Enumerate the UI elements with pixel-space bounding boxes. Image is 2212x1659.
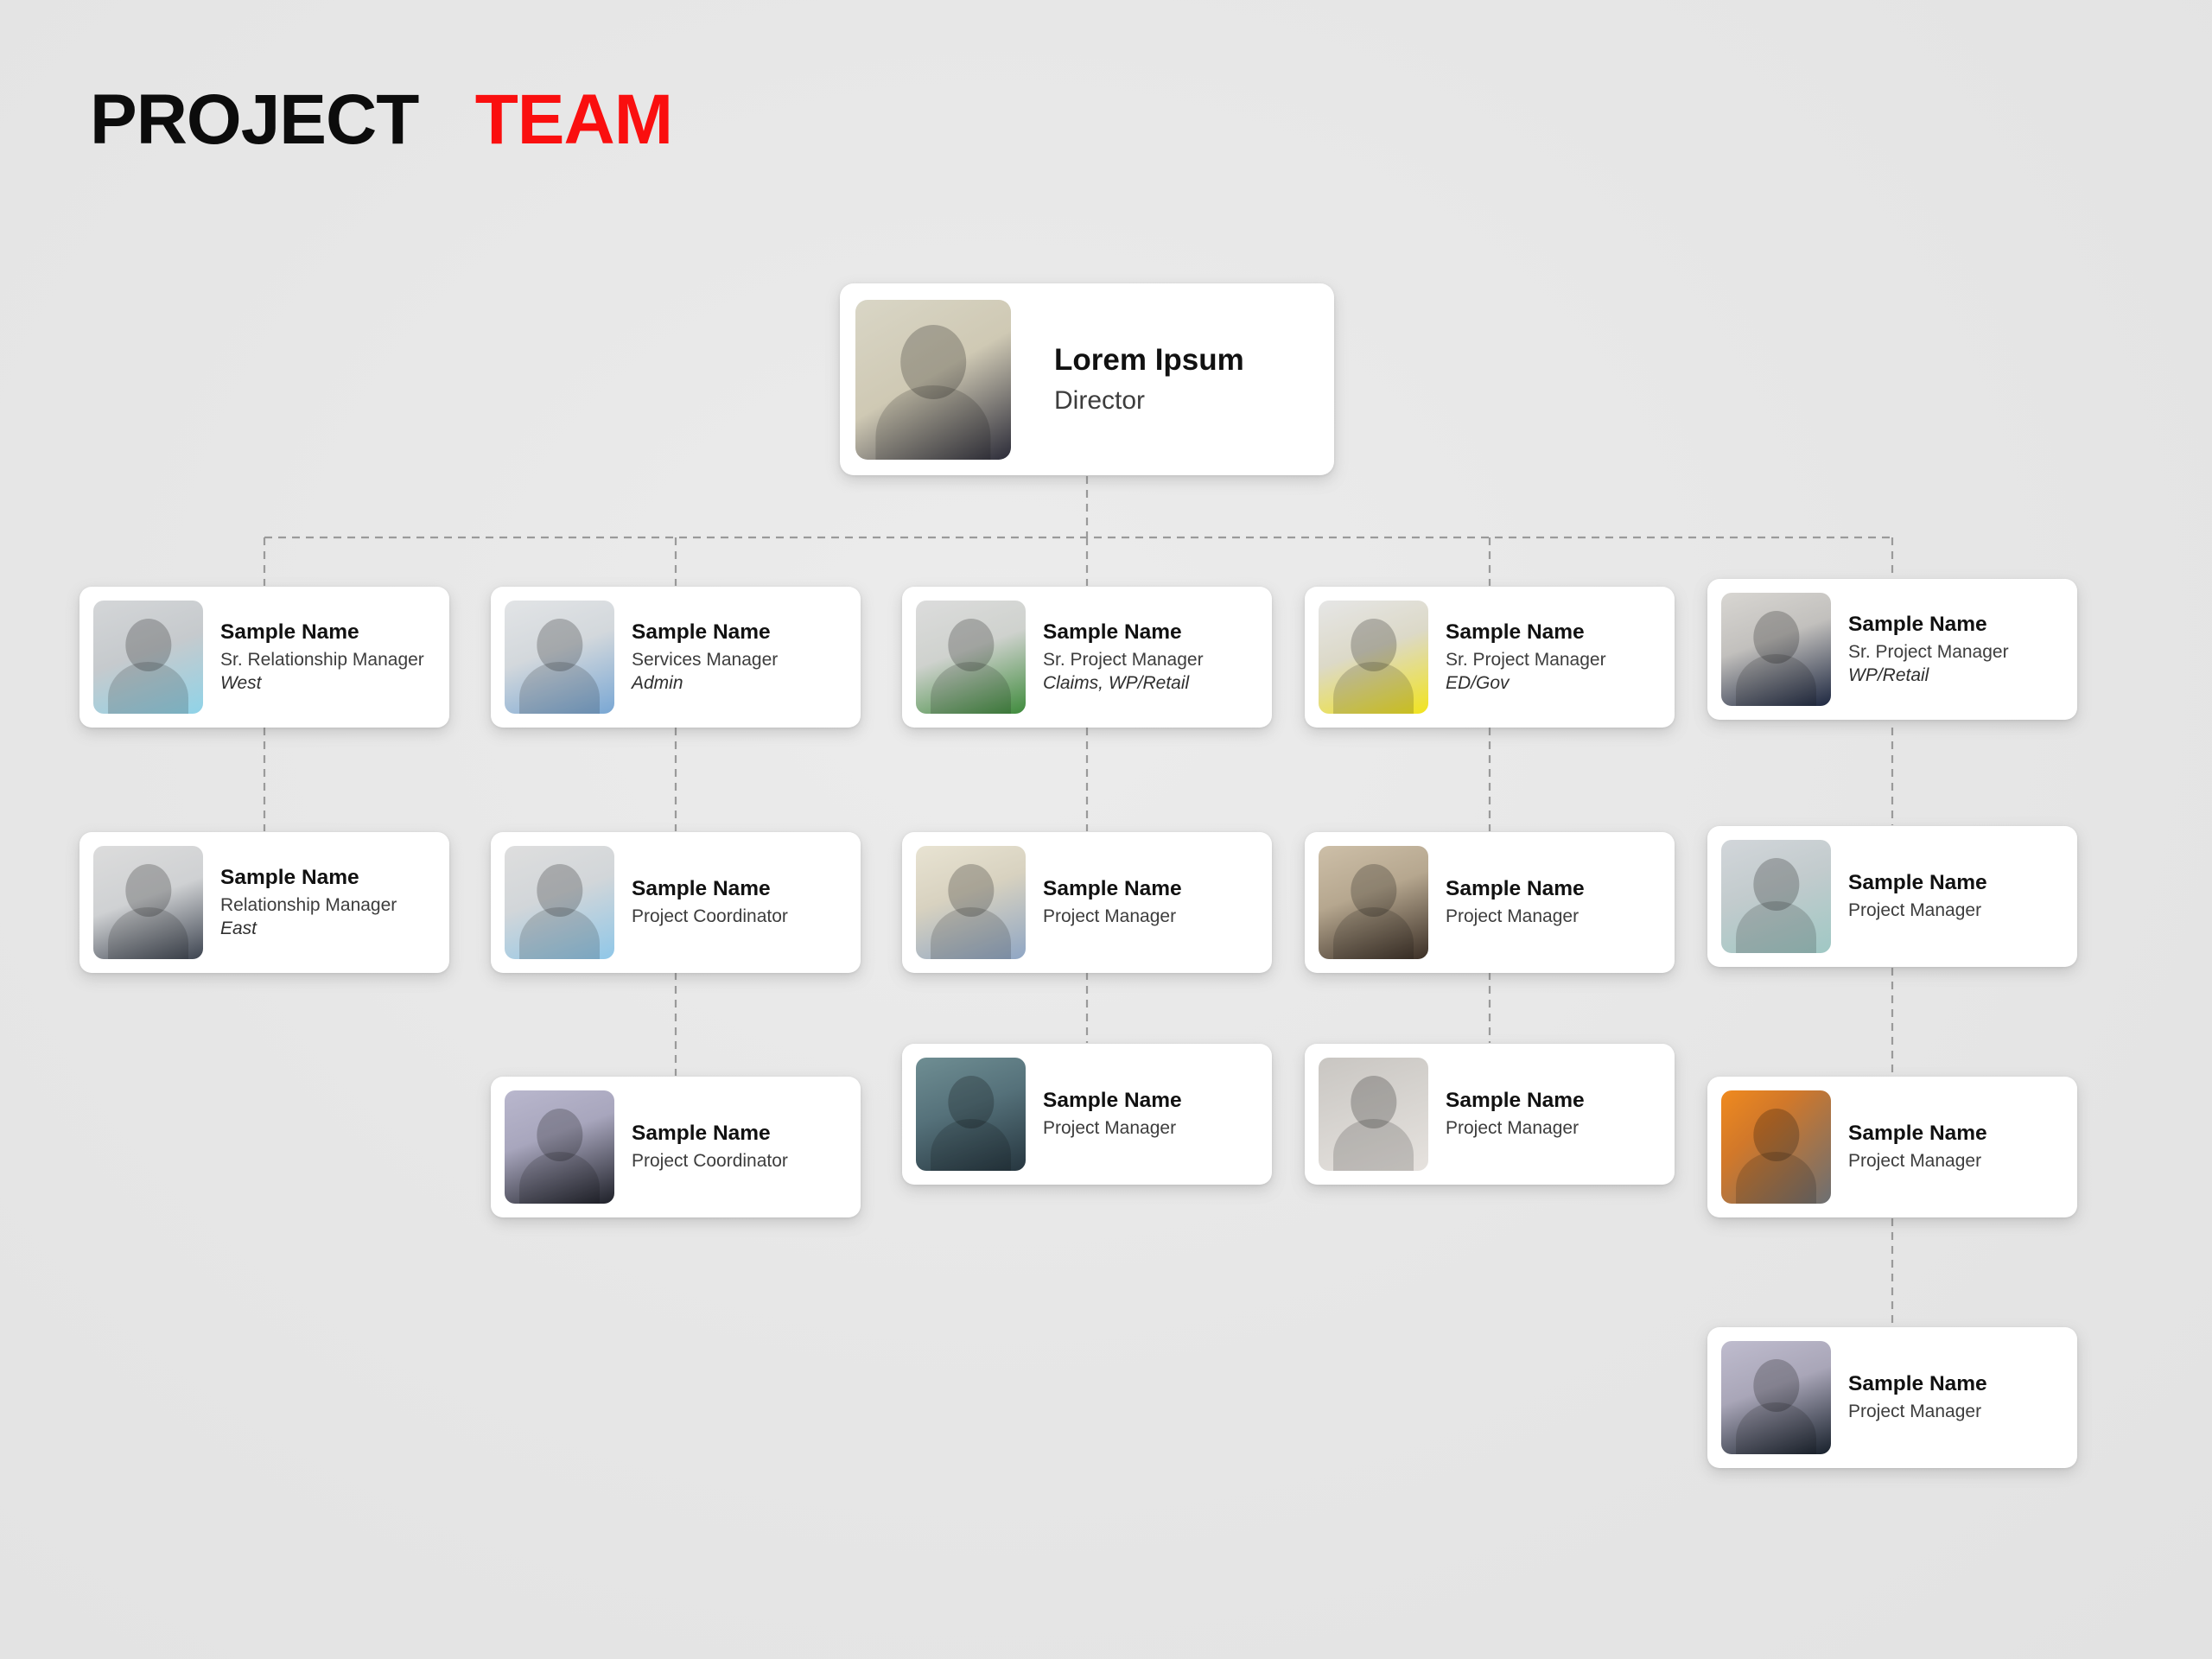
person-unit: West <box>220 672 262 693</box>
person-role: Services Manager <box>632 649 779 670</box>
avatar-woman-grey-blazer-orange-bg <box>1721 1090 1831 1204</box>
avatar-blonde-woman <box>93 601 203 714</box>
org-node-c5r4[interactable]: Sample Name Project Manager <box>1707 1327 2077 1468</box>
person-role: Project Manager <box>1446 906 1580 927</box>
person-role: Sr. Project Manager <box>1446 649 1606 670</box>
avatar-man-green-polo <box>916 601 1026 714</box>
org-node-c1r2[interactable]: Sample Name Relationship Manager East <box>79 832 449 973</box>
avatar-man-striped-shirt <box>505 846 614 959</box>
org-node-c2r3[interactable]: Sample Name Project Coordinator <box>491 1077 861 1217</box>
person-role: Relationship Manager <box>220 894 397 915</box>
person-role: Project Manager <box>1043 906 1177 927</box>
person-unit: Claims, WP/Retail <box>1043 672 1190 693</box>
person-name: Sample Name <box>1043 620 1182 644</box>
avatar-curly-hair-man-floral-shirt <box>1721 840 1831 953</box>
avatar-man-tie-glasses <box>1319 846 1428 959</box>
person-unit: WP/Retail <box>1848 664 1929 685</box>
org-node-root[interactable]: Lorem Ipsum Director <box>840 283 1334 475</box>
org-node-c4r1[interactable]: Sample Name Sr. Project Manager ED/Gov <box>1305 587 1675 728</box>
person-name: Sample Name <box>1848 612 1987 636</box>
person-role: Project Manager <box>1848 1402 1982 1422</box>
person-name: Sample Name <box>1446 877 1585 901</box>
person-role: Project Manager <box>1848 1151 1982 1172</box>
page-title: PROJECT TEAM <box>90 85 673 156</box>
org-node-c3r1[interactable]: Sample Name Sr. Project Manager Claims, … <box>902 587 1272 728</box>
person-role: Project Manager <box>1446 1118 1580 1139</box>
avatar-grey-haired-man <box>93 846 203 959</box>
org-node-c1r1[interactable]: Sample Name Sr. Relationship Manager Wes… <box>79 587 449 728</box>
person-name: Sample Name <box>1848 1372 1987 1396</box>
org-node-c5r3[interactable]: Sample Name Project Manager <box>1707 1077 2077 1217</box>
person-role: Sr. Project Manager <box>1848 641 2009 662</box>
person-role: Director <box>1054 385 1146 415</box>
person-name: Sample Name <box>1848 1122 1987 1146</box>
avatar-man-navy-suit <box>1721 593 1831 706</box>
person-name: Sample Name <box>1848 871 1987 895</box>
person-unit: ED/Gov <box>1446 672 1510 693</box>
person-name: Sample Name <box>632 620 771 644</box>
org-node-c5r1[interactable]: Sample Name Sr. Project Manager WP/Retai… <box>1707 579 2077 720</box>
avatar-woman-glasses-denim <box>916 846 1026 959</box>
avatar-young-man-suspenders <box>916 1058 1026 1171</box>
person-unit: Admin <box>632 672 683 693</box>
avatar-director <box>855 299 1011 460</box>
avatar-blonde-woman-black-top <box>1721 1341 1831 1454</box>
org-node-c3r2[interactable]: Sample Name Project Manager <box>902 832 1272 973</box>
org-node-c3r3[interactable]: Sample Name Project Manager <box>902 1044 1272 1185</box>
avatar-woman-yellow-top <box>1319 601 1428 714</box>
person-role: Project Manager <box>1043 1118 1177 1139</box>
person-name: Sample Name <box>220 865 359 889</box>
person-name: Sample Name <box>632 877 771 901</box>
org-node-c2r1[interactable]: Sample Name Services Manager Admin <box>491 587 861 728</box>
person-name: Sample Name <box>1446 620 1585 644</box>
person-name: Sample Name <box>632 1122 771 1146</box>
person-name: Sample Name <box>1043 1089 1182 1113</box>
person-unit: East <box>220 918 257 938</box>
page-title-primary: PROJECT <box>90 80 419 159</box>
person-name: Sample Name <box>1446 1089 1585 1113</box>
person-role: Project Coordinator <box>632 906 788 927</box>
person-role: Project Manager <box>1848 900 1982 921</box>
org-node-c5r2[interactable]: Sample Name Project Manager <box>1707 826 2077 967</box>
person-role: Sr. Relationship Manager <box>220 649 424 670</box>
person-role: Sr. Project Manager <box>1043 649 1204 670</box>
avatar-man-blue-shirt <box>505 601 614 714</box>
person-name: Lorem Ipsum <box>1054 343 1244 378</box>
person-name: Sample Name <box>1043 877 1182 901</box>
org-node-c4r3[interactable]: Sample Name Project Manager <box>1305 1044 1675 1185</box>
person-role: Project Coordinator <box>632 1151 788 1172</box>
avatar-bearded-man-dark-shirt <box>505 1090 614 1204</box>
person-name: Sample Name <box>220 620 359 644</box>
org-node-c4r2[interactable]: Sample Name Project Manager <box>1305 832 1675 973</box>
page-title-accent: TEAM <box>474 80 673 159</box>
org-node-c2r2[interactable]: Sample Name Project Coordinator <box>491 832 861 973</box>
avatar-woman-white-blouse <box>1319 1058 1428 1171</box>
